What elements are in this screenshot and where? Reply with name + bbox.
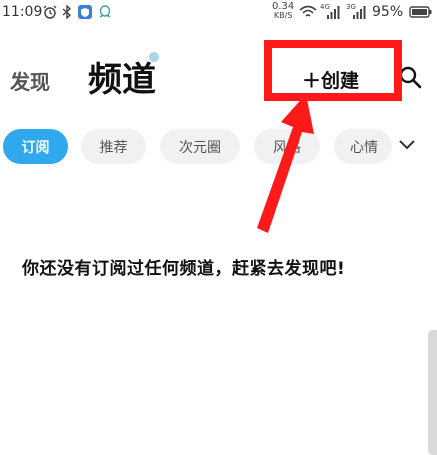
highlight-box xyxy=(264,40,402,101)
category-chip-mood[interactable]: 心情 xyxy=(334,129,392,164)
tab-notification-dot xyxy=(149,52,159,62)
alarm-icon xyxy=(43,5,57,19)
tab-channel[interactable]: 频道 xyxy=(88,52,156,101)
status-bar: 11:09 0.34 KB/S 4G 3G 95% xyxy=(0,0,437,26)
category-chip-recommend[interactable]: 推荐 xyxy=(81,129,146,164)
empty-state-message: 你还没有订阅过任何频道，赶紧去发现吧! xyxy=(22,259,346,279)
category-chip-style[interactable]: 风格 xyxy=(254,129,320,164)
cell-signal-icon xyxy=(327,6,340,19)
status-time: 11:09 xyxy=(2,4,43,20)
scroll-handle[interactable] xyxy=(428,330,437,455)
wifi-icon xyxy=(299,5,317,17)
battery-icon xyxy=(409,6,432,18)
bluetooth-icon xyxy=(62,5,72,19)
network-speed: 0.34 KB/S xyxy=(272,1,295,21)
network-speed-unit: KB/S xyxy=(273,11,293,20)
chevron-down-icon[interactable] xyxy=(398,138,416,152)
category-chip-subscribe[interactable]: 订阅 xyxy=(3,129,68,164)
cell-signal-2-icon xyxy=(353,6,366,19)
qq-icon xyxy=(99,5,111,18)
battery-percent: 95% xyxy=(372,4,404,20)
tab-discover[interactable]: 发现 xyxy=(10,66,50,95)
category-chip-dimension[interactable]: 次元圈 xyxy=(160,129,240,164)
shield-app-icon xyxy=(78,5,92,19)
network-speed-value: 0.34 xyxy=(272,1,295,12)
